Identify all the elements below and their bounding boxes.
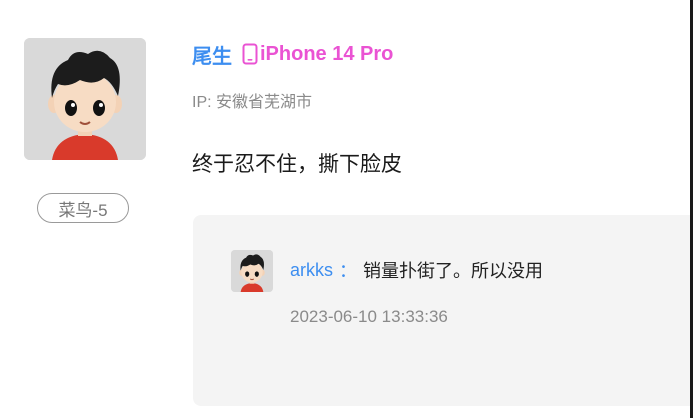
cartoon-boy-avatar-icon xyxy=(24,38,146,160)
user-avatar[interactable] xyxy=(24,38,146,160)
reply-timestamp: 2023-06-10 13:33:36 xyxy=(290,307,448,326)
device-name: iPhone 14 Pro xyxy=(260,42,394,65)
reply-avatar[interactable] xyxy=(231,250,273,292)
reply-box: arkks ： 销量扑街了。所以没用 2023-06-10 13:33:36 xyxy=(193,215,693,406)
reply-text: 销量扑街了。所以没用 xyxy=(363,261,544,281)
reply-separator: ： xyxy=(339,261,358,281)
user-level-badge: 菜鸟-5 xyxy=(37,193,129,223)
comment-username[interactable]: 尾生 xyxy=(192,40,232,69)
cartoon-boy-avatar-icon xyxy=(231,250,273,292)
reply-username[interactable]: arkks xyxy=(290,260,333,281)
comment-header: 尾生 iPhone 14 Pro xyxy=(192,40,393,68)
reply-line: arkks ： 销量扑街了。所以没用 xyxy=(290,257,543,283)
ip-location: IP: 安徽省芜湖市 xyxy=(192,94,313,111)
phone-icon xyxy=(242,43,258,65)
comment-text: 终于忍不住，撕下脸皮 xyxy=(192,153,402,176)
device-label: iPhone 14 Pro xyxy=(242,43,393,66)
